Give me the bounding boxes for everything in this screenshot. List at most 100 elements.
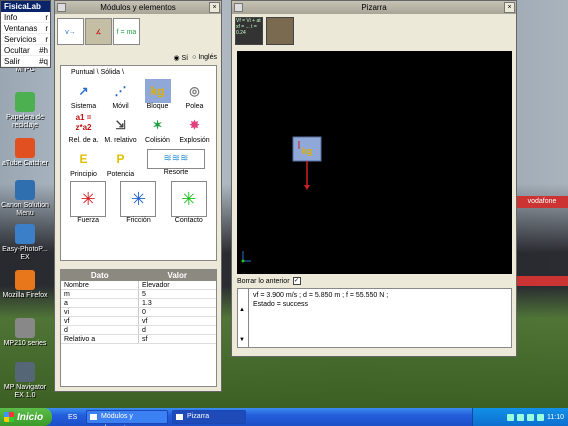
table-cell-key: m: [61, 290, 139, 298]
menu-item-label: Info: [4, 13, 18, 22]
results-output: ▲ ▼ vf = 3.900 m/s ; d = 5.850 m ; f = 5…: [237, 288, 512, 348]
clear-tool-icon[interactable]: [266, 17, 294, 45]
element-contact[interactable]: ✳ Contacto: [170, 181, 208, 224]
firefox-icon: [15, 270, 35, 290]
element-friction[interactable]: ✳ Fricción: [119, 181, 157, 224]
menu-item[interactable]: Salir #q: [1, 56, 50, 67]
undo-label: Borrar lo anterior: [237, 277, 290, 285]
element-acceleration-relation[interactable]: a1 = z*a2 Rel. de a.: [65, 113, 102, 144]
element-explosion[interactable]: ✸ Explosión: [176, 113, 213, 144]
radio-ingles-label: Inglés: [198, 54, 217, 61]
kinematics-tool-icon[interactable]: v→: [57, 18, 84, 45]
element-tabs[interactable]: Puntual \ Sólida \: [61, 66, 216, 79]
table-cell-value[interactable]: Elevador: [139, 281, 216, 289]
element-system-axes[interactable]: ↗ Sistema: [65, 79, 102, 110]
task-pizarra[interactable]: Pizarra: [172, 410, 246, 424]
desktop-icon-label: Canon Solution Menu: [1, 202, 49, 217]
menu-item[interactable]: Ocultar #h: [1, 45, 50, 56]
close-icon[interactable]: ×: [504, 2, 515, 13]
element-mobile[interactable]: ⋰ Móvil: [102, 79, 139, 110]
element-block[interactable]: kg Bloque: [139, 79, 176, 110]
blackboard-svg: kg: [241, 136, 322, 263]
task-modules[interactable]: Módulos y elementos: [86, 410, 168, 426]
undo-checkbox[interactable]: ✓: [292, 277, 301, 285]
recycle-bin-icon: [15, 92, 35, 112]
tray-icon[interactable]: [517, 413, 524, 421]
desktop-icon[interactable]: aTube Catcher: [0, 138, 50, 168]
close-icon[interactable]: ×: [209, 2, 220, 13]
table-row[interactable]: vf vf: [61, 317, 216, 326]
table-cell-value[interactable]: 5: [139, 290, 216, 298]
table-row[interactable]: m5: [61, 290, 216, 299]
modules-title: Módulos y elementos: [100, 3, 176, 12]
element-force[interactable]: ✳ Fuerza: [69, 181, 107, 224]
element-label: Sistema: [70, 103, 97, 110]
contact-icon: ✳: [170, 181, 207, 217]
scroll-up-icon[interactable]: ▲: [239, 307, 245, 313]
desktop-icon-label: aTube Catcher: [1, 160, 49, 167]
table-cell-key: d: [61, 326, 139, 334]
radio-si[interactable]: ◉ Sí: [173, 54, 188, 62]
tray-icon[interactable]: [507, 413, 514, 421]
header-valor: Valor: [167, 271, 188, 280]
scroll-down-icon[interactable]: ▼: [239, 337, 245, 343]
results-scrollbar[interactable]: ▲ ▼: [238, 289, 249, 347]
solve-tool-icon[interactable]: Vf = Vi + at xf = ... t = 0.24: [235, 17, 263, 45]
table-row[interactable]: Relativo a sf: [61, 335, 216, 344]
desktop-icon[interactable]: MP210 series: [0, 318, 50, 348]
desktop-icon[interactable]: Canon Solution Menu: [0, 180, 50, 218]
desktop-icon[interactable]: Papelera de reciclaje: [0, 92, 50, 130]
start-button[interactable]: Inicio: [0, 408, 52, 426]
windows-logo-icon: [4, 412, 14, 422]
modules-titlebar[interactable]: Módulos y elementos ×: [55, 1, 221, 14]
desktop-icon[interactable]: Easy-PhotoP... EX: [0, 224, 50, 262]
element-label: Contacto: [174, 217, 203, 224]
menu-item[interactable]: Ventanas r: [1, 23, 50, 34]
desktop-icon-label: Papelera de reciclaje: [6, 114, 44, 129]
window-menu-icon[interactable]: [234, 3, 243, 12]
element-pulley[interactable]: ◎ Polea: [176, 79, 213, 110]
table-cell-value[interactable]: vf: [139, 317, 216, 325]
menu-item-shortcut: r: [45, 24, 48, 33]
desktop-icon[interactable]: Mozilla Firefox: [0, 270, 50, 300]
statics-tool-icon[interactable]: ∡: [85, 18, 112, 45]
modules-window: Módulos y elementos × v→ ∡ f = ma ◉ Sí ○ I…: [54, 0, 222, 392]
table-row[interactable]: a 1.3: [61, 299, 216, 308]
friction-icon: ✳: [120, 181, 157, 217]
menu-item[interactable]: Info r: [1, 12, 50, 23]
mp-navigator-icon: [15, 362, 35, 382]
table-row[interactable]: dd: [61, 326, 216, 335]
desktop-icon-label: Easy-PhotoP... EX: [2, 246, 48, 261]
tray-icon[interactable]: [527, 413, 534, 421]
table-cell-value[interactable]: sf: [139, 335, 216, 343]
table-row[interactable]: vi 0: [61, 308, 216, 317]
pulley-icon: ◎: [189, 84, 200, 98]
relative-motion-icon: ⇲: [115, 118, 126, 132]
menu-item[interactable]: Servicios r: [1, 34, 50, 45]
taskbar: Inicio ES Módulos y elementos Pizarra 11…: [0, 408, 568, 426]
table-row[interactable]: Nombre Elevador: [61, 281, 216, 290]
element-label: Potencia: [106, 171, 135, 178]
element-principle[interactable]: E Principio: [65, 147, 102, 178]
pizarra-titlebar[interactable]: Pizarra ×: [232, 1, 516, 14]
element-label: Principio: [70, 171, 97, 178]
blackboard-canvas[interactable]: kg: [237, 51, 512, 274]
language-indicator[interactable]: ES: [68, 414, 82, 421]
menu-item-label: Ocultar: [4, 46, 30, 55]
element-power[interactable]: P Potencia: [102, 147, 139, 178]
atube-catcher-icon: [15, 138, 35, 158]
table-cell-value[interactable]: d: [139, 326, 216, 334]
table-cell-value[interactable]: 0: [139, 308, 216, 316]
window-menu-icon[interactable]: [57, 3, 66, 12]
table-cell-key: Nombre: [61, 281, 139, 289]
header-dato: Dato: [90, 271, 109, 280]
element-relative-motion[interactable]: ⇲ M. relativo: [102, 113, 139, 144]
desktop-icon[interactable]: MP Navigator EX 1.0: [0, 362, 50, 400]
table-cell-value[interactable]: 1.3: [139, 299, 216, 307]
menu-item-label: Salir: [4, 57, 21, 66]
tray-icon[interactable]: [537, 413, 544, 421]
dynamics-tool-icon[interactable]: f = ma: [113, 18, 140, 45]
radio-ingles[interactable]: ○ Inglés: [192, 54, 217, 62]
element-spring[interactable]: ≋≋≋ Resorte: [139, 147, 213, 178]
element-collision[interactable]: ✶ Colisión: [139, 113, 176, 144]
